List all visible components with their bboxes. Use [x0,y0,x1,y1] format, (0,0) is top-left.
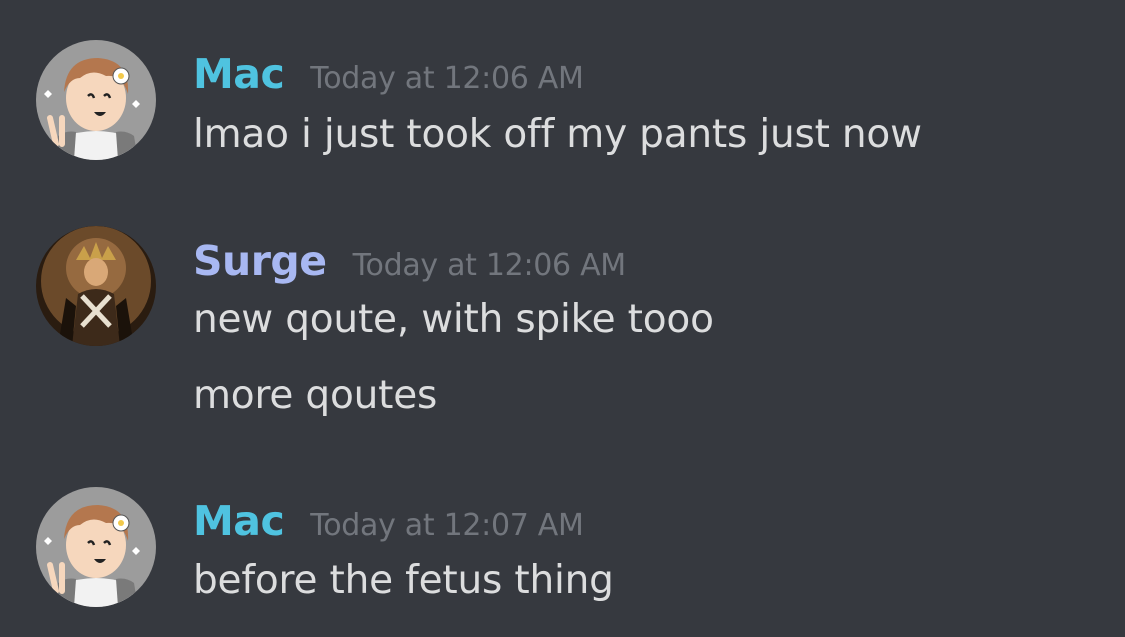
username[interactable]: Mac [193,497,285,545]
message-text: lmao i just took off my pants just now [193,112,922,157]
message-header: Mac Today at 12:07 AM [193,497,584,545]
message-text: new qoute, with spike tooo [193,297,714,342]
user-avatar[interactable] [36,226,156,346]
user-avatar[interactable] [36,40,156,160]
cartoon-boy-avatar-icon [36,487,156,607]
timestamp: Today at 12:07 AM [310,508,584,543]
message-header: Mac Today at 12:06 AM [193,50,584,98]
message-text: more qoutes [193,373,438,418]
warrior-king-avatar-icon [36,226,156,346]
message-text: before the fetus thing [193,558,614,603]
user-avatar[interactable] [36,487,156,607]
cartoon-boy-avatar-icon [36,40,156,160]
timestamp: Today at 12:06 AM [352,248,627,283]
username[interactable]: Mac [193,50,285,98]
timestamp: Today at 12:06 AM [310,61,584,96]
message-header: Surge Today at 12:06 AM [193,237,626,285]
username[interactable]: Surge [193,237,327,285]
